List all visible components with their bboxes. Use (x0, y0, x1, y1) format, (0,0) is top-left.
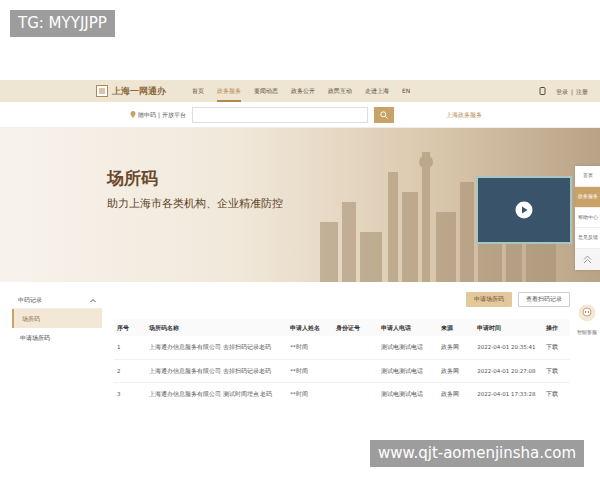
watermark: www.qjt-aomenjinsha.com (370, 440, 584, 467)
table-cell: 测试电测试电话 (378, 336, 437, 359)
assistant[interactable]: 智能客服 (575, 304, 599, 336)
table-cell: 2022-04-01 20:35:41 (474, 336, 542, 359)
nav-item[interactable]: 走进上海 (365, 80, 389, 102)
search-input[interactable] (192, 107, 368, 123)
table-cell (333, 382, 379, 400)
column-header: 来源 (438, 319, 474, 336)
separator: | (571, 87, 573, 96)
sidebar: 申码记录场所码申请场所码 (12, 292, 102, 400)
toolbar-item[interactable]: 首页 (575, 166, 600, 187)
table-head: 序号场所码名称申请人姓名身份证号申请人电话来源申请时间操作 (114, 319, 570, 336)
account: 登录|注册 (556, 87, 588, 96)
logo-icon (96, 85, 108, 97)
location[interactable]: 随申码 | 开放平台 (130, 110, 186, 119)
table-row: 3上海通办信息服务有限公司 测试时间埋点 老码**时间 测试电测试电话政务网202… (114, 382, 570, 400)
sidebar-item[interactable]: 场所码 (12, 309, 102, 328)
float-toolbar: 首页政务服务帮助中心意见反馈 (575, 166, 600, 270)
table-cell: 上海通办信息服务有限公司 去掉扫码记录老码 (146, 336, 287, 359)
table-row: 2上海通办信息服务有限公司 去掉扫码记录老码**时间 测试电测试电话政务网2022… (114, 359, 570, 382)
header-bar: 上海一网通办 首页政务服务要闻动态政务公开政民互动走进上海 EN 登录|注册 (0, 80, 600, 102)
table-cell: 2 (114, 359, 146, 382)
header-row: 序号场所码名称申请人姓名身份证号申请人电话来源申请时间操作 (114, 319, 570, 336)
column-header: 申请人电话 (378, 319, 437, 336)
search-icon (380, 111, 388, 119)
toolbar-item[interactable]: 意见反馈 (575, 228, 600, 249)
action-button[interactable]: 申请场所码 (466, 292, 512, 307)
table-cell: 政务网 (438, 382, 474, 400)
table-cell: 政务网 (438, 359, 474, 382)
login-link[interactable]: 登录 (556, 87, 568, 96)
nav-item[interactable]: 要闻动态 (254, 80, 278, 102)
service-text[interactable]: 上海政务服务 (446, 110, 482, 119)
logo[interactable]: 上海一网通办 (96, 85, 166, 98)
column-header: 申请时间 (474, 319, 542, 336)
table-cell: 测试电测试电话 (378, 359, 437, 382)
download-link[interactable]: 下载 (543, 382, 570, 400)
table-cell: 2022-04-01 20:27:08 (474, 359, 542, 382)
table-cell: **时间 (287, 336, 333, 359)
account-links: 登录|注册 (539, 87, 588, 96)
column-header: 操作 (543, 319, 570, 336)
nav-item[interactable]: 政民互动 (328, 80, 352, 102)
table-cell: 1 (114, 336, 146, 359)
toolbar-item[interactable]: 帮助中心 (575, 208, 600, 229)
location-text[interactable]: 随申码 | 开放平台 (138, 110, 186, 119)
back-to-top[interactable] (575, 249, 600, 270)
banner: 场所码助力上海市各类机构、企业精准防控 (0, 128, 600, 282)
column-header: 序号 (114, 319, 146, 336)
table-cell: 上海通办信息服务有限公司 去掉扫码记录老码 (146, 359, 287, 382)
table-cell (333, 359, 379, 382)
table-cell: 政务网 (438, 336, 474, 359)
logo-text[interactable]: 上海一网通办 (112, 85, 166, 98)
download-link[interactable]: 下载 (543, 359, 570, 382)
table-cell: 2022-04-01 17:33:28 (474, 382, 542, 400)
action-bar: 申请场所码查看扫码记录 (114, 292, 570, 307)
nav-menu: 首页政务服务要闻动态政务公开政民互动走进上海 EN (192, 80, 410, 102)
column-header: 身份证号 (333, 319, 379, 336)
download-link[interactable]: 下载 (543, 336, 570, 359)
video-player[interactable] (476, 176, 572, 244)
column-header: 申请人姓名 (287, 319, 333, 336)
phone-icon (539, 87, 546, 95)
search-button[interactable] (374, 107, 394, 123)
table-cell: 3 (114, 382, 146, 400)
website: 上海一网通办首页政务服务要闻动态政务公开政民互动走进上海EN登录|注册随申码 |… (0, 80, 600, 400)
register-link[interactable]: 注册 (576, 87, 588, 96)
sidebar-title[interactable]: 申码记录 (18, 296, 42, 304)
table-body: 1上海通办信息服务有限公司 去掉扫码记录老码**时间测试电测试电话政务网2022… (114, 336, 570, 400)
table-cell: **时间 (287, 382, 333, 400)
table-cell: **时间 (287, 359, 333, 382)
column-header: 场所码名称 (146, 319, 287, 336)
assistant-avatar-icon (578, 304, 596, 322)
nav-item[interactable]: 首页 (192, 80, 204, 102)
assistant-label[interactable]: 智能客服 (575, 329, 599, 336)
sidebar-header[interactable]: 申码记录 (12, 292, 102, 309)
main-panel: 申请场所码查看扫码记录序号场所码名称申请人姓名身份证号申请人电话来源申请时间操作… (114, 292, 570, 400)
table-cell: 测试电测试电话 (378, 382, 437, 400)
sidebar-item[interactable]: 申请场所码 (12, 328, 102, 347)
table-row: 1上海通办信息服务有限公司 去掉扫码记录老码**时间 测试电测试电话政务网2022… (114, 336, 570, 359)
action-button[interactable]: 查看扫码记录 (518, 292, 570, 307)
play-icon (515, 201, 533, 219)
double-up-icon (583, 255, 592, 264)
nav-item[interactable]: 政务服务 (217, 80, 241, 102)
toolbar-item[interactable]: 政务服务 (575, 187, 600, 208)
watermark: TG: MYYJJPP (10, 10, 115, 37)
table-cell: 上海通办信息服务有限公司 测试时间埋点 老码 (146, 382, 287, 400)
table-cell (333, 336, 379, 359)
search-row: 随申码 | 开放平台 上海政务服务 (0, 102, 600, 128)
records-table: 序号场所码名称申请人姓名身份证号申请人电话来源申请时间操作1上海通办信息服务有限… (114, 319, 570, 400)
content-area: 申码记录场所码申请场所码申请场所码查看扫码记录序号场所码名称申请人姓名身份证号申… (0, 282, 600, 400)
nav-item[interactable]: 政务公开 (291, 80, 315, 102)
pin-icon (130, 111, 136, 118)
caret-up-icon (90, 298, 96, 303)
nav-item[interactable]: EN (402, 80, 410, 102)
